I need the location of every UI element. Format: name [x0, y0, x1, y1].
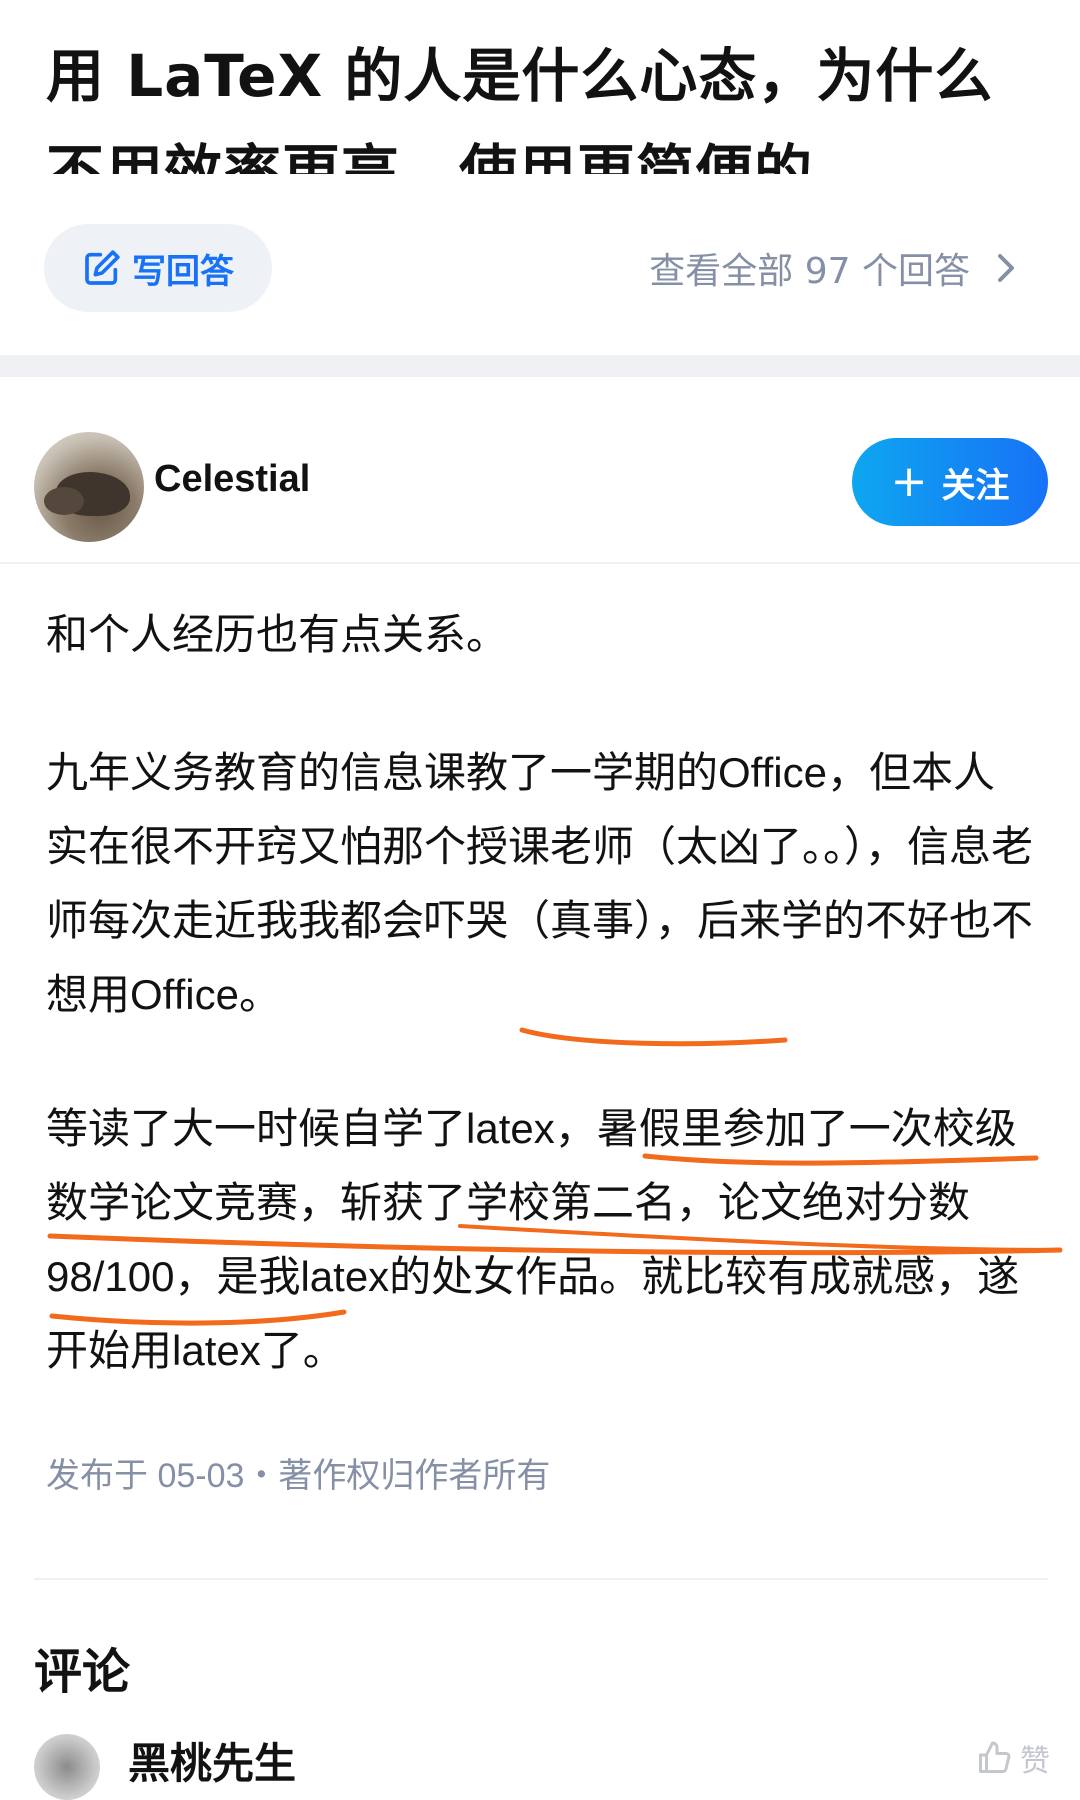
answer-meta: 发布于 05-03・著作权归作者所有 — [46, 1457, 551, 1495]
section-divider — [0, 355, 1080, 377]
author-avatar[interactable] — [34, 432, 144, 542]
question-title-container: 用 LaTeX 的人是什么心态，为什么不用效率更高、使用更简便的 Office? — [46, 28, 1036, 174]
comments-heading: 评论 — [34, 1644, 131, 1700]
write-answer-button[interactable]: 写回答 — [44, 224, 272, 312]
write-answer-label: 写回答 — [132, 251, 234, 292]
answer-paragraph: 九年义务教育的信息课教了一学期的Office，但本人实在很不开窍又怕那个授课老师… — [46, 749, 1034, 1018]
view-all-answers-label: 查看全部 97 个回答 — [649, 251, 970, 292]
question-title[interactable]: 用 LaTeX 的人是什么心态，为什么不用效率更高、使用更简便的 Office? — [46, 28, 1036, 174]
like-label: 赞 — [1020, 1744, 1050, 1779]
like-button[interactable]: 赞 — [976, 1736, 1050, 1780]
author-row: Celestial + 关注 — [34, 430, 1048, 542]
follow-label: 关注 — [941, 465, 1010, 506]
comments-divider — [34, 1578, 1048, 1580]
edit-square-icon — [85, 250, 120, 285]
author-name[interactable]: Celestial — [154, 458, 310, 501]
view-all-answers-link[interactable]: 查看全部 97 个回答 — [649, 238, 1020, 298]
thumbs-up-icon — [979, 1741, 1011, 1773]
commenter-avatar[interactable] — [34, 1734, 100, 1800]
chevron-right-icon — [998, 254, 1014, 282]
author-divider — [0, 562, 1080, 564]
follow-button[interactable]: + 关注 — [852, 438, 1048, 526]
commenter-name[interactable]: 黑桃先生 — [128, 1730, 296, 1791]
plus-icon: + — [890, 456, 928, 507]
answer-content: 和个人经历也有点关系。 九年义务教育的信息课教了一学期的Office，但本人实在… — [46, 598, 1036, 1448]
answer-paragraph: 等读了大一时候自学了latex，暑假里参加了一次校级数学论文竞赛，斩获了学校第二… — [46, 1105, 1020, 1374]
answer-paragraph: 和个人经历也有点关系。 — [46, 611, 509, 658]
